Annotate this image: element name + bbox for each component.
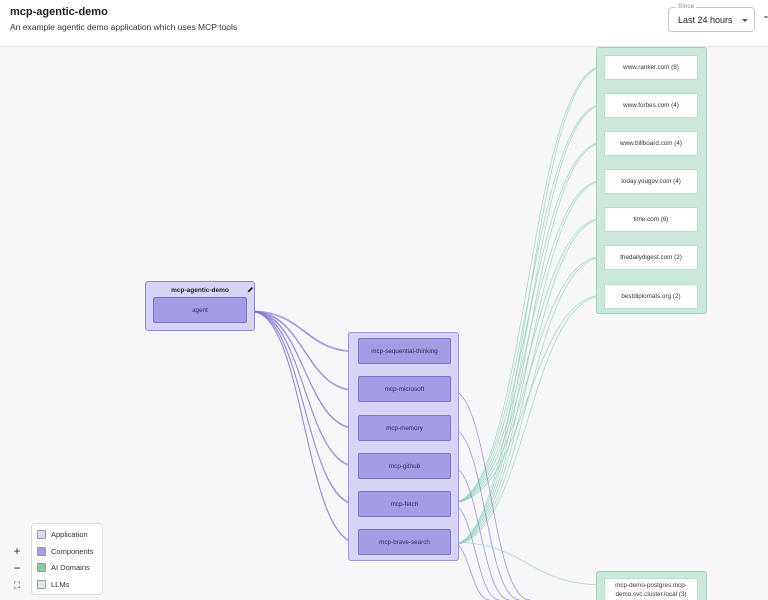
domain-label: www.ranker.com (8) — [623, 64, 679, 71]
component-label: mcp-fetch — [390, 500, 419, 508]
legend-label: Application — [51, 530, 88, 539]
domain-node[interactable]: time.com (6) — [604, 207, 698, 232]
zoom-in-button[interactable]: + — [8, 543, 26, 560]
legend-label: AI Domains — [51, 563, 90, 572]
component-label: mcp-microsoft — [384, 385, 425, 393]
fetch-domain-edge — [450, 217, 605, 504]
fetch-domain-edge — [450, 255, 605, 504]
domain-node[interactable]: www.ranker.com (8) — [604, 55, 698, 80]
component-label: mcp-sequential-thinking — [371, 347, 438, 355]
fit-view-button[interactable]: ⛶ — [8, 577, 26, 594]
agent-component-edge — [251, 311, 358, 544]
component-node-mcp-fetch[interactable]: mcp-fetch — [358, 491, 451, 517]
legend-label: Components — [51, 547, 94, 556]
domain-node[interactable]: thedailydigest.com (2) — [604, 245, 698, 270]
components-group: mcp-sequential-thinking mcp-microsoft mc… — [348, 332, 459, 561]
component-node-mcp-memory[interactable]: mcp-memory — [358, 415, 451, 441]
zoom-out-button[interactable]: − — [8, 560, 26, 577]
legend-swatch — [37, 530, 46, 539]
component-label: mcp-brave-search — [379, 538, 430, 546]
domain-label: www.forbes.com (4) — [623, 102, 679, 109]
component-label: mcp-github — [388, 462, 421, 470]
legend-label: LLMs — [51, 580, 70, 589]
agent-component-edge — [251, 311, 358, 468]
domain-label: time.com (6) — [633, 216, 669, 223]
fetch-domain-edge — [450, 65, 605, 504]
llms-group: mcp-demo-postgres.mcp-demo.svc.cluster.l… — [596, 571, 707, 600]
component-node-mcp-microsoft[interactable]: mcp-microsoft — [358, 376, 451, 402]
search-domain-edge — [450, 104, 605, 546]
caret-down-icon — [742, 19, 748, 22]
llm-label: mcp-demo-postgres.mcp-demo.svc.cluster.l… — [615, 582, 687, 598]
ai-domains-group: www.ranker.com (8) www.forbes.com (4) ww… — [596, 47, 707, 314]
domain-label: www.billboard.com (4) — [620, 140, 682, 147]
agent-node[interactable]: agent — [153, 297, 247, 323]
domain-label: today.yougov.com (4) — [621, 178, 681, 185]
component-node-mcp-github[interactable]: mcp-github — [358, 453, 451, 479]
legend-swatch — [37, 563, 46, 572]
legend-swatch — [37, 580, 46, 589]
graph-canvas[interactable]: mcp-agentic-demo agent mcp-sequential-th… — [0, 47, 768, 600]
agent-component-edge — [251, 311, 358, 392]
component-node-mcp-brave-search[interactable]: mcp-brave-search — [358, 529, 451, 555]
domain-node[interactable]: www.forbes.com (4) — [604, 93, 698, 118]
zoom-controls: + − ⛶ — [8, 543, 26, 594]
domain-node[interactable]: bestdiplomats.org (2) — [604, 284, 698, 309]
fetch-domain-edge — [450, 141, 605, 504]
agent-component-edge — [251, 310, 358, 429]
page-title: mcp-agentic-demo — [10, 6, 108, 18]
search-domain-edge — [450, 142, 605, 546]
domain-label: bestdiplomats.org (2) — [621, 293, 681, 300]
search-domain-edge — [450, 66, 605, 546]
application-title: mcp-agentic-demo — [171, 287, 229, 294]
time-range-select[interactable]: Since Last 24 hours — [668, 3, 755, 32]
time-range-value: Last 24 hours — [678, 15, 733, 25]
legend: Application Components AI Domains LLMs — [31, 523, 103, 595]
application-node[interactable]: mcp-agentic-demo agent — [145, 281, 255, 331]
legend-swatch — [37, 547, 46, 556]
domain-node[interactable]: today.yougov.com (4) — [604, 169, 698, 194]
agent-label: agent — [192, 306, 208, 314]
time-range-label: Since — [676, 3, 697, 11]
component-node-mcp-sequential-thinking[interactable]: mcp-sequential-thinking — [358, 338, 451, 364]
component-label: mcp-memory — [386, 424, 423, 432]
domain-node[interactable]: www.billboard.com (4) — [604, 131, 698, 156]
pencil-icon[interactable] — [247, 286, 254, 293]
domain-label: thedailydigest.com (2) — [620, 254, 682, 261]
llm-node[interactable]: mcp-demo-postgres.mcp-demo.svc.cluster.l… — [604, 578, 698, 600]
agent-component-edge — [251, 311, 358, 506]
header-overflow-icon[interactable] — [764, 16, 768, 18]
agent-component-edge — [251, 311, 358, 430]
component-llm-edge — [450, 541, 605, 586]
page-subtitle: An example agentic demo application whic… — [10, 22, 238, 32]
header-bar: mcp-agentic-demo An example agentic demo… — [0, 0, 768, 47]
search-domain-edge — [450, 256, 605, 546]
